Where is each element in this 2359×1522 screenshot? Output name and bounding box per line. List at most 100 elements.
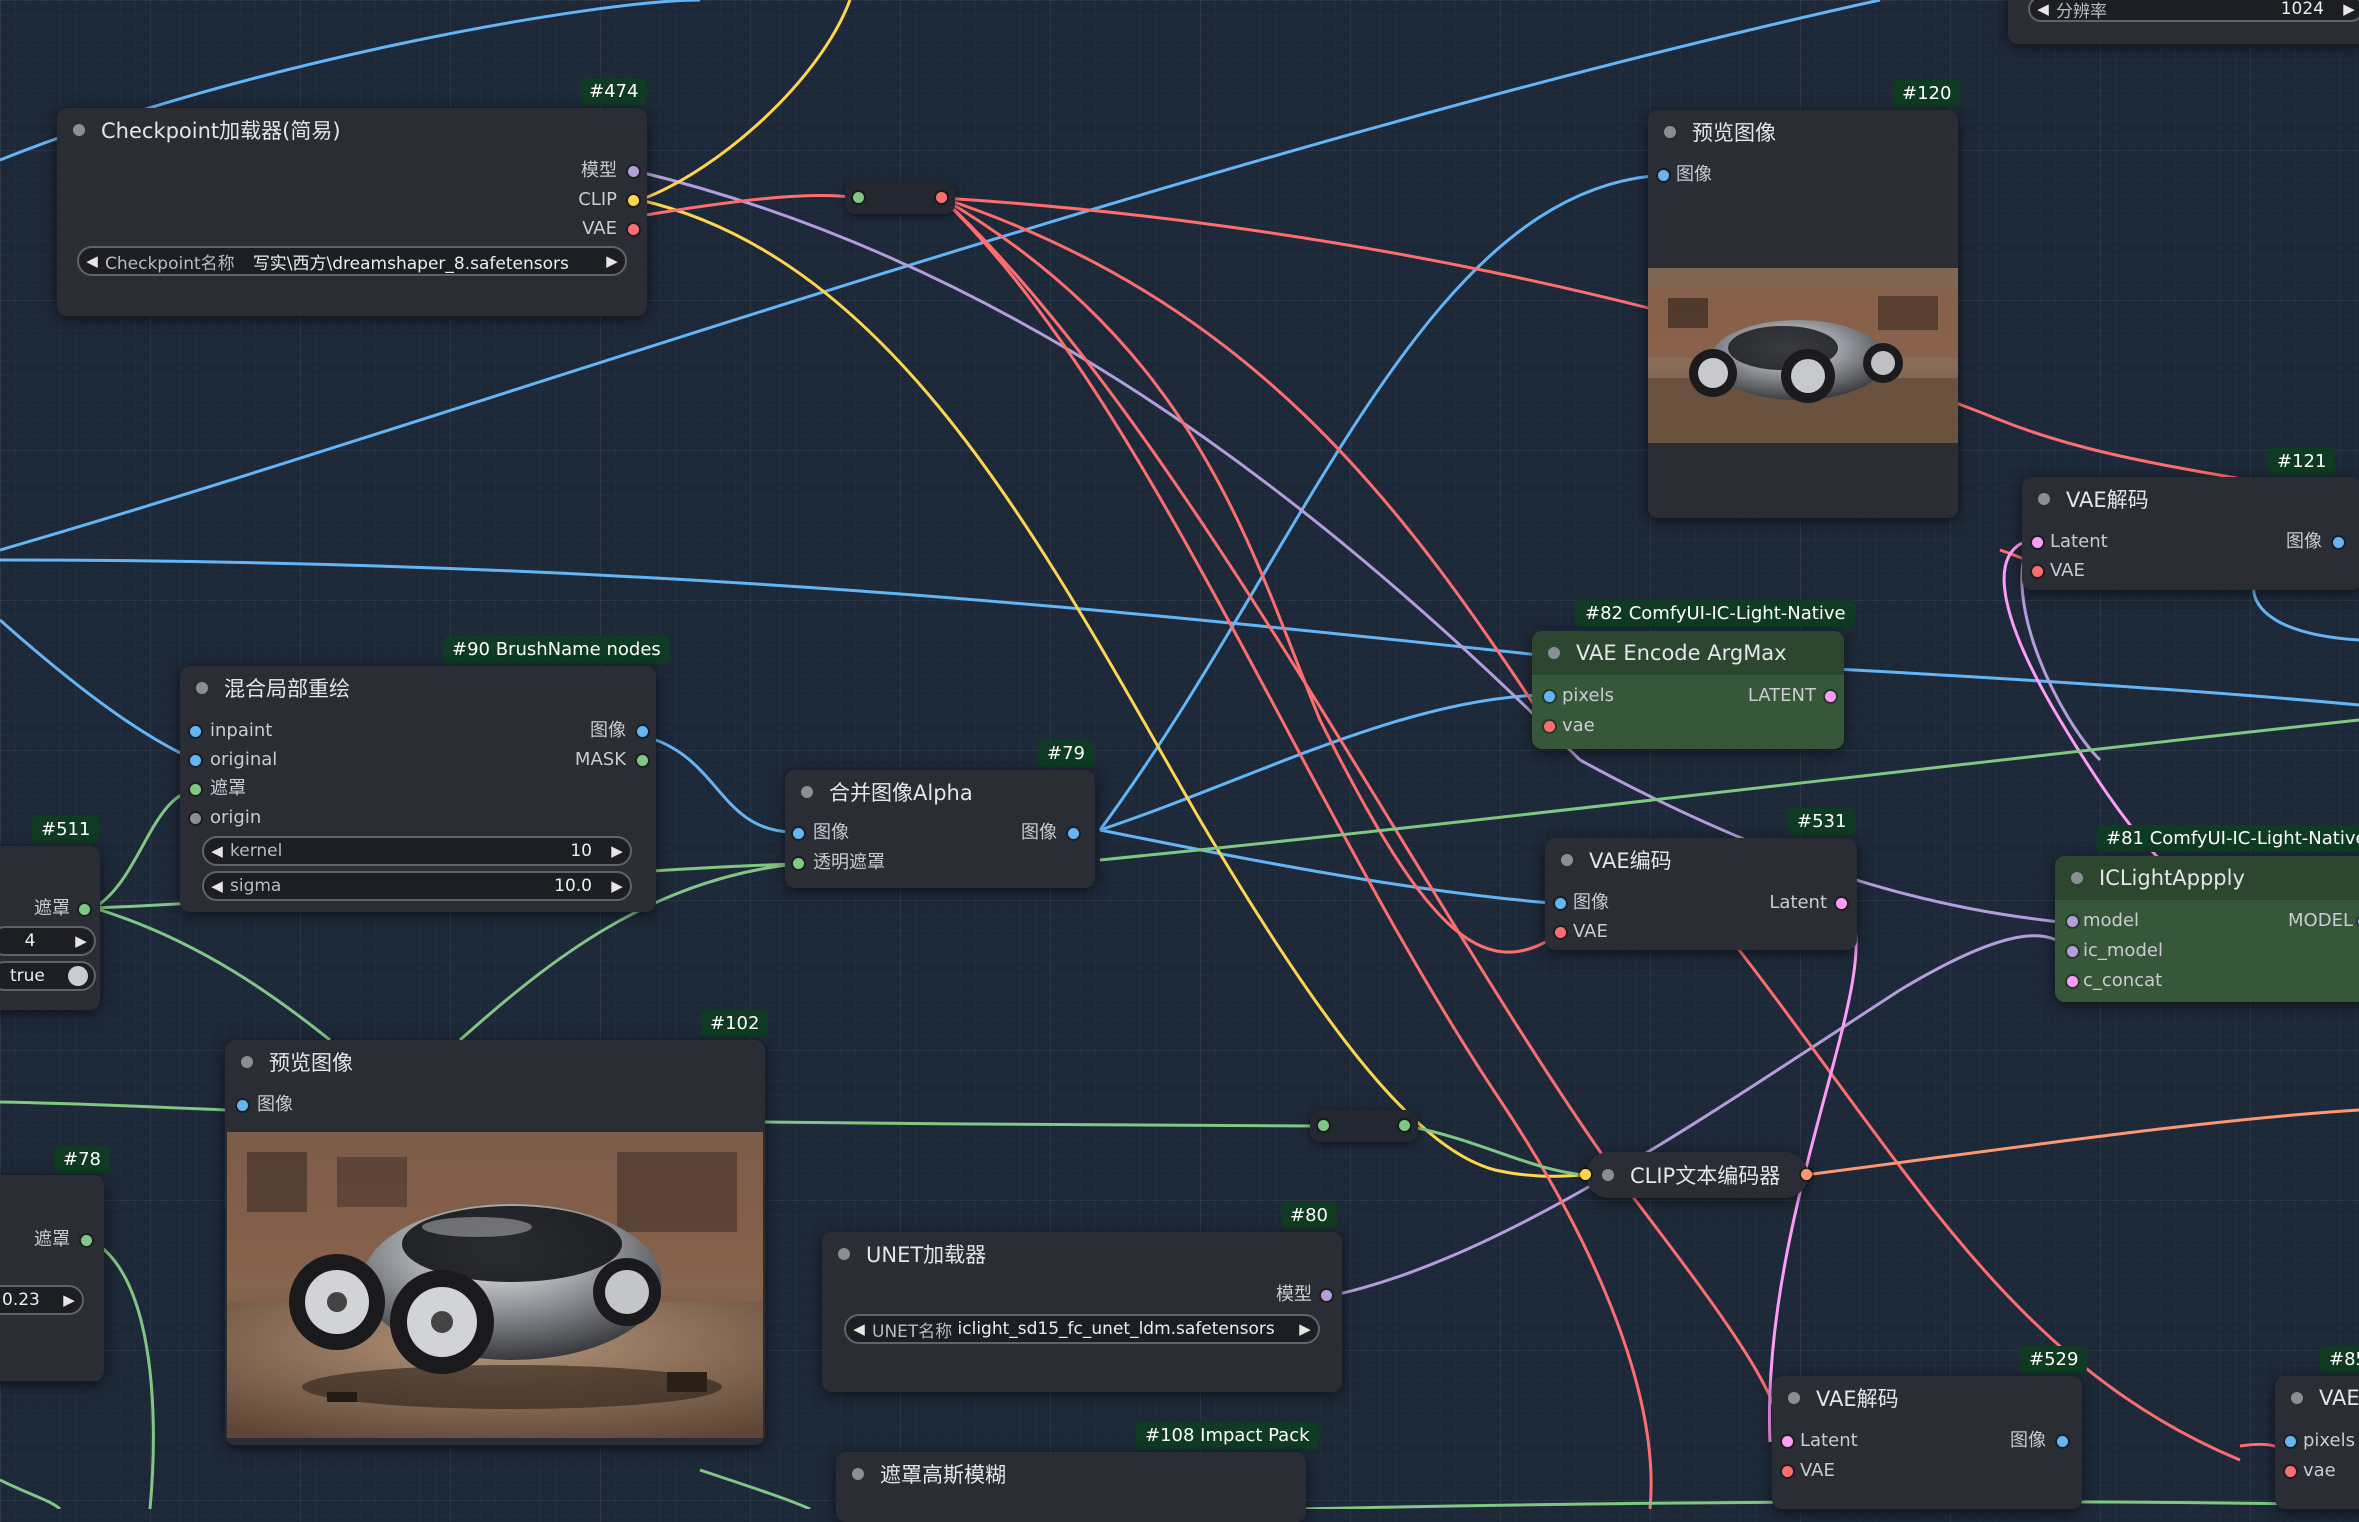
iclight-apply-node[interactable]: ICLightAppply model ic_model c_concat MO… [2055,856,2359,1002]
reroute-input-pin[interactable] [1318,1120,1329,1131]
input-pin-vae[interactable] [2285,1466,2296,1477]
node-title-bar[interactable]: 预览图像 [225,1040,765,1084]
node-title-bar[interactable]: 遮罩高斯模糊 [836,1452,1306,1496]
widget-inc-arrow[interactable]: ▶ [2336,0,2359,18]
preview-image-node-120[interactable]: 预览图像 图像 [1648,110,1958,518]
combo-next-arrow[interactable]: ▶ [1292,1320,1318,1338]
input-pin-vae[interactable] [1782,1466,1793,1477]
node-collapse-dot[interactable] [1561,854,1573,866]
node-title-bar[interactable]: VAE [2275,1376,2359,1420]
reroute-output-pin[interactable] [936,192,947,203]
input-pin-clip[interactable] [1580,1169,1591,1180]
widget-dec-arrow[interactable]: ◀ [2030,0,2056,18]
reroute-node[interactable] [1310,1110,1418,1142]
node-511[interactable]: 遮罩 4 ▶ true [0,846,100,1010]
input-pin-model[interactable] [2067,916,2078,927]
node-78[interactable]: 遮罩 0.23 ▶ [0,1175,104,1381]
input-pin-ic-model[interactable] [2067,946,2078,957]
node-title-bar[interactable]: VAE Encode ArgMax [1532,631,1844,675]
output-pin-vae[interactable] [628,224,639,235]
resolution-widget[interactable]: ◀ 分辨率 1024 ▶ [2028,0,2359,22]
node-title-bar[interactable]: VAE解码 [2022,477,2359,521]
node-title-bar[interactable]: ICLightAppply [2055,856,2359,900]
checkpoint-name-combo[interactable]: ◀ Checkpoint名称 写实\西方\dreamshaper_8.safet… [77,246,627,276]
node-collapse-dot[interactable] [73,124,85,136]
input-pin-inpaint[interactable] [190,726,201,737]
sigma-widget[interactable]: ◀ sigma 10.0 ▶ [202,871,632,901]
node-collapse-dot[interactable] [2291,1392,2303,1404]
vae-encode-argmax-node[interactable]: VAE Encode ArgMax pixels vae LATENT [1532,631,1844,749]
input-pin-pixels[interactable] [2285,1436,2296,1447]
node-title-bar[interactable]: VAE解码 [1772,1376,2082,1420]
checkpoint-loader-node[interactable]: Checkpoint加载器(简易) 模型 CLIP VAE ◀ Checkpoi… [57,108,647,316]
input-pin-alpha-mask[interactable] [793,858,804,869]
unet-name-combo[interactable]: ◀ UNET名称 iclight_sd15_fc_unet_ldm.safete… [844,1314,1320,1344]
reroute-output-pin[interactable] [1399,1120,1410,1131]
widget-inc-arrow[interactable]: ▶ [68,932,94,950]
node-title-bar[interactable]: VAE编码 [1545,838,1857,882]
widget-inc-arrow[interactable]: ▶ [56,1291,82,1309]
preview-image-node-102[interactable]: 预览图像 图像 [225,1040,765,1445]
widget-dec-arrow[interactable]: ◀ [204,842,230,860]
node-title-bar[interactable]: UNET加载器 [822,1232,1342,1276]
output-pin-model[interactable] [628,166,639,177]
output-pin-latent[interactable] [1825,691,1836,702]
reroute-node[interactable] [845,182,955,214]
input-pin-image[interactable] [1555,898,1566,909]
input-pin-vae[interactable] [2032,566,2043,577]
output-pin-image[interactable] [2333,537,2344,548]
preview-image[interactable] [1648,268,1958,443]
output-pin-conditioning[interactable] [1801,1169,1812,1180]
value-widget[interactable]: 4 ▶ [0,926,96,956]
input-pin-image[interactable] [237,1100,248,1111]
node-collapse-dot[interactable] [241,1056,253,1068]
combo-next-arrow[interactable]: ▶ [599,252,625,270]
toggle-widget[interactable]: true [0,961,96,991]
widget-inc-arrow[interactable]: ▶ [604,877,630,895]
output-pin-mask[interactable] [79,904,90,915]
node-title-bar[interactable]: Checkpoint加载器(简易) [57,108,647,152]
output-pin-clip[interactable] [628,195,639,206]
node-collapse-dot[interactable] [196,682,208,694]
widget-dec-arrow[interactable]: ◀ [204,877,230,895]
preview-image[interactable] [227,1132,763,1438]
node-collapse-dot[interactable] [852,1468,864,1480]
combo-prev-arrow[interactable]: ◀ [79,252,105,270]
toggle-switch[interactable] [68,966,88,986]
node-title-bar[interactable]: 预览图像 [1648,110,1958,154]
input-pin-pixels[interactable] [1544,691,1555,702]
input-pin-latent[interactable] [2032,537,2043,548]
mask-gaussian-blur-node[interactable]: 遮罩高斯模糊 [836,1452,1306,1522]
reroute-input-pin[interactable] [853,192,864,203]
node-collapse-dot[interactable] [1664,126,1676,138]
node-collapse-dot[interactable] [1548,647,1560,659]
value-widget[interactable]: 0.23 ▶ [0,1285,84,1315]
input-pin-vae[interactable] [1544,721,1555,732]
node-collapse-dot[interactable] [838,1248,850,1260]
resolution-node[interactable]: ◀ 分辨率 1024 ▶ [2008,0,2359,44]
vae-decode-node-529[interactable]: VAE解码 Latent VAE 图像 [1772,1376,2082,1509]
vae-encode-node-531[interactable]: VAE编码 图像 VAE Latent [1545,838,1857,950]
clip-text-encoder-node[interactable]: CLIP文本编码器 [1580,1152,1812,1198]
output-pin-image[interactable] [637,726,648,737]
input-pin-latent[interactable] [1782,1436,1793,1447]
vae-decode-node-121[interactable]: VAE解码 Latent VAE 图像 [2022,477,2359,590]
node-collapse-dot[interactable] [1602,1169,1614,1181]
kernel-widget[interactable]: ◀ kernel 10 ▶ [202,836,632,866]
node-title-bar[interactable]: CLIP文本编码器 [1586,1152,1808,1198]
node-title-bar[interactable]: 混合局部重绘 [180,666,656,710]
node-collapse-dot[interactable] [2038,493,2050,505]
input-pin-origin[interactable] [190,813,201,824]
input-pin-c-concat[interactable] [2067,976,2078,987]
widget-inc-arrow[interactable]: ▶ [604,842,630,860]
output-pin-image[interactable] [1068,828,1079,839]
merge-image-alpha-node[interactable]: 合并图像Alpha 图像 透明遮罩 图像 [785,770,1095,888]
unet-loader-node[interactable]: UNET加载器 模型 ◀ UNET名称 iclight_sd15_fc_unet… [822,1232,1342,1392]
output-pin-mask[interactable] [637,755,648,766]
input-pin-vae[interactable] [1555,927,1566,938]
node-collapse-dot[interactable] [801,786,813,798]
output-pin-image[interactable] [2057,1436,2068,1447]
node-collapse-dot[interactable] [1788,1392,1800,1404]
output-pin-model[interactable] [1321,1290,1332,1301]
node-title-bar[interactable]: 合并图像Alpha [785,770,1095,814]
